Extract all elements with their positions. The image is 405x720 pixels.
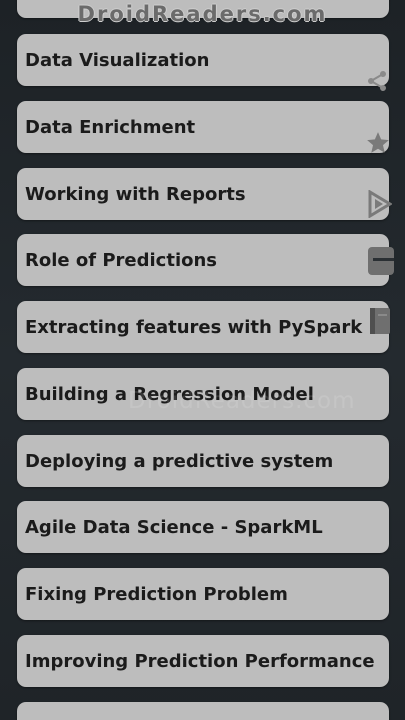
menu-item-label: Building a Regression Model <box>25 383 314 405</box>
menu-item-label: Improving Prediction Performance <box>25 650 375 672</box>
screen: DroidReaders.com Data Visualization Data… <box>0 0 405 720</box>
watermark-top: DroidReaders.com <box>0 0 405 30</box>
menu-item-label: Role of Predictions <box>25 249 218 271</box>
menu-item-working-with-reports[interactable]: Working with Reports <box>17 168 389 220</box>
menu-item-label: Deploying a predictive system <box>25 450 334 472</box>
menu-item-data-enrichment[interactable]: Data Enrichment <box>17 101 389 153</box>
watermark-top-text: DroidReaders.com <box>77 1 328 26</box>
menu-item-label: Data Enrichment <box>25 116 196 138</box>
menu-item-deploying-predictive-system[interactable]: Deploying a predictive system <box>17 435 389 487</box>
menu-item-label: Agile Data Science - SparkML <box>25 516 323 538</box>
menu-item-agile-data-science[interactable]: Agile Data Science - SparkML <box>17 501 389 553</box>
menu-item-partial-bottom[interactable] <box>17 702 389 720</box>
menu-item-label: Extracting features with PySpark <box>25 316 363 338</box>
menu-item-building-regression-model[interactable]: Building a Regression Model <box>17 368 389 420</box>
menu-item-improving-prediction-performance[interactable]: Improving Prediction Performance <box>17 635 389 687</box>
share-icon[interactable] <box>366 70 388 96</box>
menu-item-label: Working with Reports <box>25 183 246 205</box>
book-icon[interactable] <box>366 306 392 340</box>
menu-item-fixing-prediction-problem[interactable]: Fixing Prediction Problem <box>17 568 389 620</box>
menu-item-role-of-predictions[interactable]: Role of Predictions <box>17 234 389 286</box>
menu-item-label: Data Visualization <box>25 49 210 71</box>
menu-item-data-visualization[interactable]: Data Visualization <box>17 34 389 86</box>
ebook-icon[interactable] <box>366 245 394 281</box>
star-icon[interactable] <box>365 130 391 160</box>
menu-item-label: Fixing Prediction Problem <box>25 583 288 605</box>
play-icon[interactable] <box>368 189 393 222</box>
menu-item-extracting-features[interactable]: Extracting features with PySpark <box>17 301 389 353</box>
